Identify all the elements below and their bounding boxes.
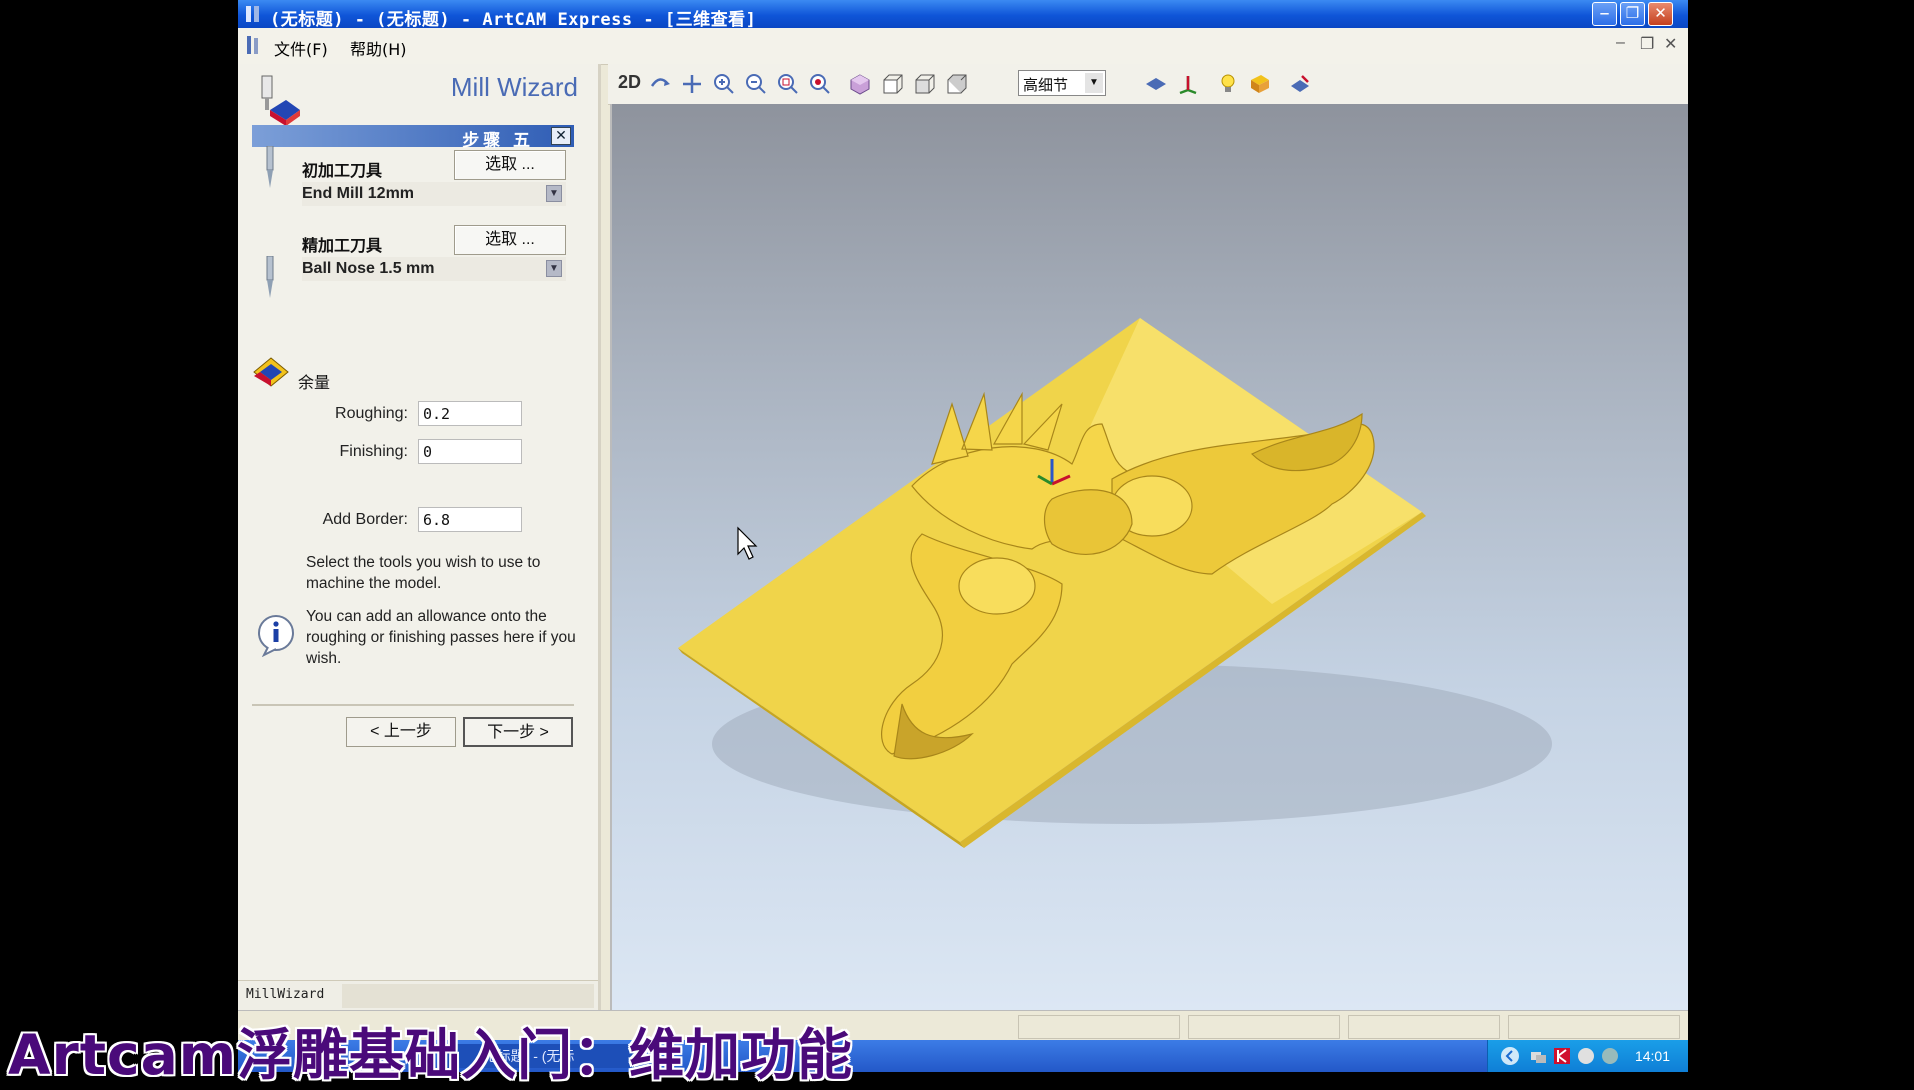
roughing-tool-select-button[interactable]: 选取 ... (454, 150, 566, 180)
step-close-button[interactable]: ✕ (551, 127, 571, 145)
panel-status-field (342, 984, 594, 1008)
roughing-tool-value: End Mill 12mm (302, 185, 415, 202)
menu-file[interactable]: 文件(F) (274, 36, 328, 60)
view-toolbar: 2D 高细节 ▼ (608, 64, 1688, 105)
tray-volume-icon[interactable] (1600, 1046, 1620, 1066)
detail-level-value: 高细节 (1023, 77, 1069, 94)
zoom-box-icon[interactable] (776, 72, 800, 96)
system-tray: 14:01 (1487, 1040, 1688, 1072)
info-text-select-tools: Select the tools you wish to use to mach… (306, 554, 541, 592)
zoom-out-icon[interactable] (744, 72, 768, 96)
info-text-allowance: You can add an allowance onto the roughi… (306, 608, 576, 667)
finishing-tool-select-button[interactable]: 选取 ... (454, 225, 566, 255)
dropdown-arrow-icon[interactable]: ▼ (546, 260, 562, 277)
roughing-tool-dropdown[interactable]: End Mill 12mm ▼ (302, 182, 566, 206)
add-border-input[interactable] (418, 507, 522, 532)
artcam-window: (无标题) - (无标题) - ArtCAM Express - [三维查看] … (238, 0, 1688, 1072)
close-button[interactable]: ✕ (1648, 2, 1673, 26)
roughing-allowance-label: Roughing: (335, 405, 408, 422)
wizard-title: Mill Wizard (450, 72, 578, 102)
status-cell (1508, 1015, 1680, 1039)
dropdown-arrow-icon[interactable]: ▼ (1085, 73, 1103, 93)
light-icon[interactable] (1216, 72, 1240, 96)
allowance-label: 余量 (298, 375, 331, 392)
3d-viewport[interactable] (610, 104, 1688, 1010)
rotate-icon[interactable] (648, 72, 672, 96)
finishing-tool-label: 精加工刀具 (302, 236, 383, 255)
side-view-icon[interactable] (912, 72, 936, 96)
window-title: (无标题) - (无标题) - ArtCAM Express - [三维查看] (270, 10, 757, 30)
mdi-close-button[interactable]: ✕ (1664, 34, 1677, 54)
iso-view-icon[interactable] (848, 72, 872, 96)
mill-wizard-panel: Mill Wizard 步骤 五 ✕ 初加工刀具 选取 ... End Mill… (238, 64, 601, 1011)
flat-shade-icon[interactable] (1144, 72, 1168, 96)
document-icon[interactable] (244, 34, 264, 56)
dropdown-arrow-icon[interactable]: ▼ (546, 185, 562, 202)
minimize-button[interactable]: ‒ (1592, 2, 1617, 26)
roughing-allowance-input[interactable] (418, 401, 522, 426)
taskbar-clock: 14:01 (1634, 1048, 1670, 1064)
video-caption: Artcam浮雕基础入门：维加功能 (8, 1023, 854, 1087)
finishing-tool-icon (266, 256, 274, 298)
allowance-icon (253, 357, 289, 387)
roughing-tool-label: 初加工刀具 (302, 161, 383, 180)
finishing-tool-dropdown[interactable]: Ball Nose 1.5 mm ▼ (302, 257, 566, 281)
panel-status-label: MillWizard (246, 987, 325, 1002)
mdi-minimize-button[interactable]: – (1616, 34, 1625, 52)
status-cell (1018, 1015, 1180, 1039)
tray-antivirus-icon[interactable] (1552, 1046, 1572, 1066)
finishing-tool-value: Ball Nose 1.5 mm (302, 260, 435, 277)
info-icon (258, 615, 294, 657)
mdi-restore-button[interactable]: ❐ (1640, 34, 1654, 54)
status-cell (1348, 1015, 1500, 1039)
zoom-fit-icon[interactable] (808, 72, 832, 96)
maximize-button[interactable]: ❐ (1620, 2, 1645, 26)
roughing-tool-icon (266, 146, 274, 188)
menu-bar: 文件(F) 帮助(H) – ❐ ✕ (238, 28, 1688, 65)
mill-wizard-logo-icon (261, 75, 300, 126)
panel-divider (252, 704, 574, 706)
artcam-app-icon (246, 6, 259, 22)
2d-view-button[interactable]: 2D (618, 72, 641, 96)
panel-status-bar: MillWizard (238, 980, 598, 1011)
relief-model (678, 318, 1552, 848)
title-bar[interactable]: (无标题) - (无标题) - ArtCAM Express - [三维查看] … (238, 0, 1688, 30)
zoom-in-icon[interactable] (712, 72, 736, 96)
axis-icon[interactable] (1176, 72, 1200, 96)
step-label: 步骤 五 (462, 131, 534, 150)
pan-icon[interactable] (680, 72, 704, 96)
tray-network-icon[interactable] (1528, 1046, 1548, 1066)
tray-arrow-icon[interactable] (1500, 1046, 1520, 1066)
top-view-icon[interactable] (944, 72, 968, 96)
add-border-label: Add Border: (322, 511, 408, 528)
material-icon[interactable] (1248, 72, 1272, 96)
previous-step-button[interactable]: < 上一步 (346, 717, 456, 747)
status-cell (1188, 1015, 1340, 1039)
detail-level-dropdown[interactable]: 高细节 ▼ (1018, 70, 1106, 96)
next-step-button[interactable]: 下一步 > (463, 717, 573, 747)
tray-app-icon[interactable] (1576, 1046, 1596, 1066)
menu-help[interactable]: 帮助(H) (350, 36, 407, 60)
finishing-allowance-input[interactable] (418, 439, 522, 464)
render-icon[interactable] (1288, 72, 1312, 96)
front-view-icon[interactable] (880, 72, 904, 96)
finishing-allowance-label: Finishing: (339, 443, 408, 460)
step-header: 步骤 五 ✕ (252, 125, 574, 150)
